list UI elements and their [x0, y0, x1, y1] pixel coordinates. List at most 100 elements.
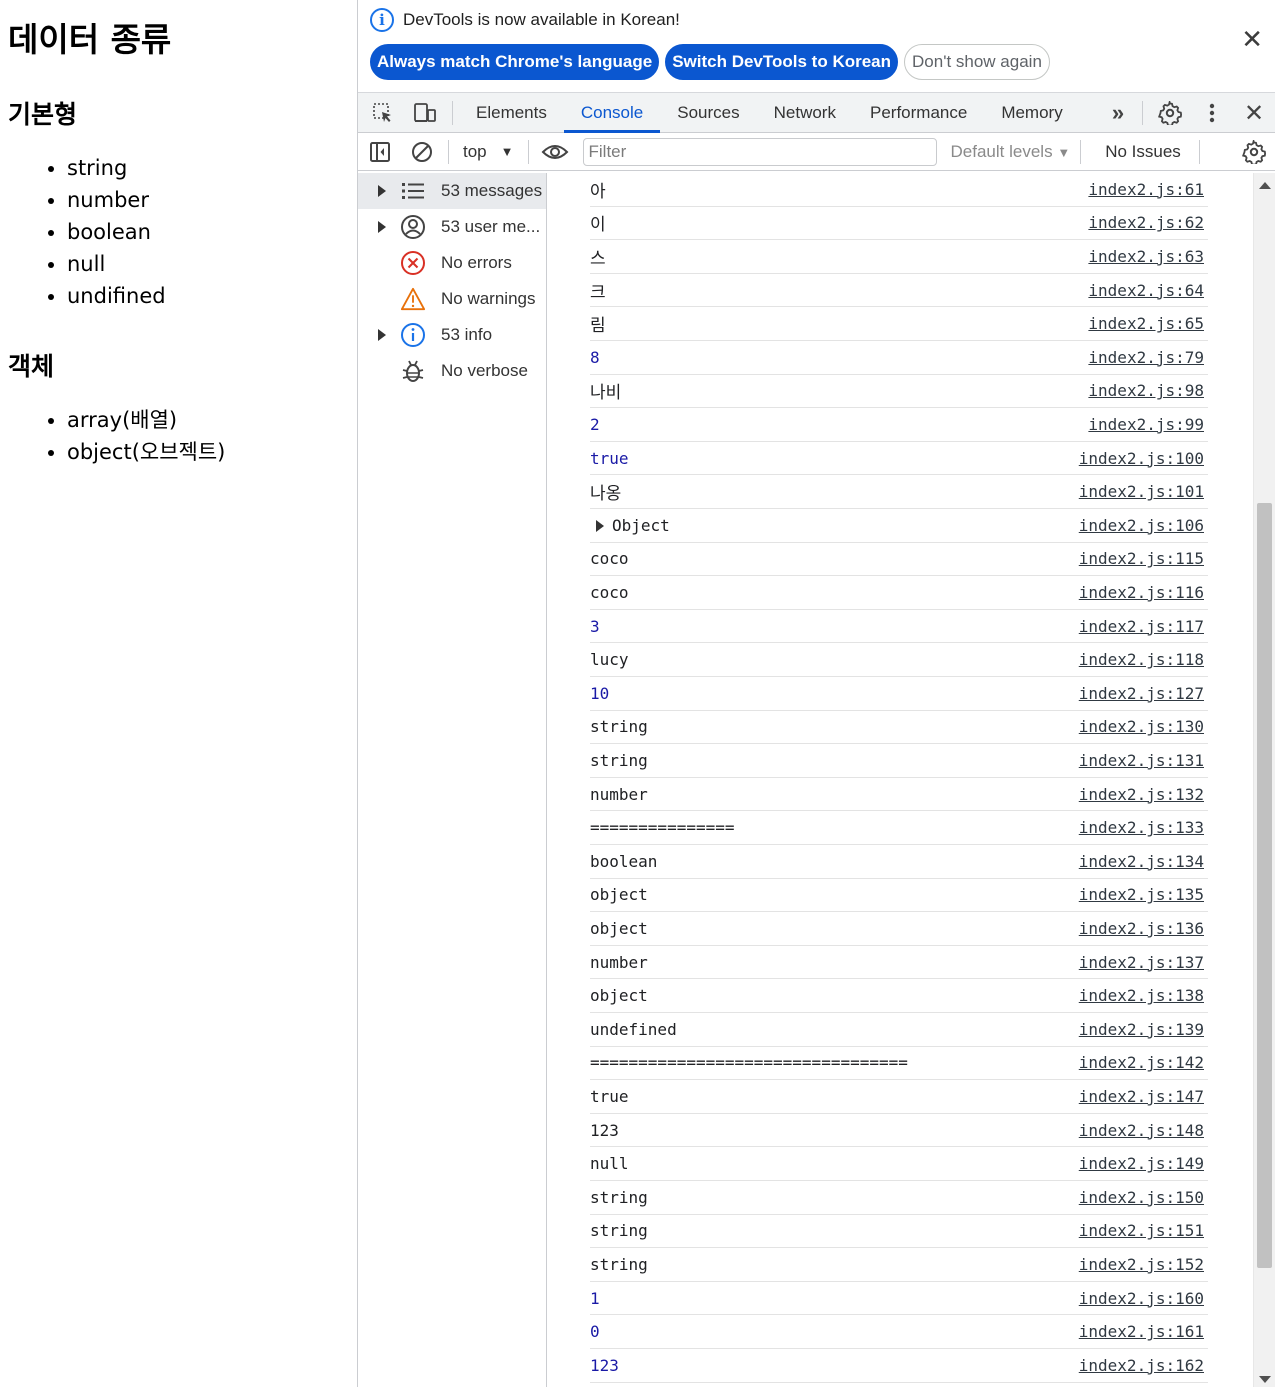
console-message-text: 아	[590, 181, 606, 202]
console-message-text: string	[590, 1254, 648, 1274]
settings-gear-icon[interactable]	[1149, 93, 1191, 133]
console-message-row: ================================= index2.…	[590, 1047, 1208, 1081]
source-link[interactable]: index2.js:132	[1079, 785, 1204, 804]
source-link[interactable]: index2.js:127	[1079, 684, 1204, 703]
console-message-row: 림 index2.js:65	[590, 307, 1208, 341]
console-message-row: object index2.js:135	[590, 879, 1208, 913]
sidebar-item-messages[interactable]: 53 messages	[358, 173, 546, 209]
source-link[interactable]: index2.js:161	[1079, 1322, 1204, 1341]
scroll-up-arrow-icon[interactable]	[1259, 182, 1271, 189]
source-link[interactable]: index2.js:135	[1079, 885, 1204, 904]
console-message-row: 이 index2.js:62	[590, 207, 1208, 241]
tab-console[interactable]: Console	[563, 93, 661, 133]
devtools-tabbar: Elements Console Sources Network Perform…	[358, 93, 1275, 133]
sidebar-toggle-icon[interactable]	[358, 132, 402, 172]
sidebar-item-errors[interactable]: No errors	[358, 245, 546, 281]
source-link[interactable]: index2.js:100	[1079, 449, 1204, 468]
tab-elements[interactable]: Elements	[459, 93, 564, 133]
console-toolbar: top ▼ Filter Default levels ▼ No Issues	[358, 133, 1275, 171]
source-link[interactable]: index2.js:116	[1079, 583, 1204, 602]
issues-counter[interactable]: No Issues	[1105, 142, 1181, 162]
console-message-text[interactable]: Object	[612, 516, 670, 535]
more-tabs-icon[interactable]: »	[1100, 93, 1136, 133]
tab-performance[interactable]: Performance	[853, 93, 984, 133]
source-link[interactable]: index2.js:150	[1079, 1188, 1204, 1207]
source-link[interactable]: index2.js:133	[1079, 818, 1204, 837]
console-message-row: object index2.js:136	[590, 912, 1208, 946]
source-link[interactable]: index2.js:101	[1079, 482, 1204, 501]
console-settings-gear-icon[interactable]	[1233, 132, 1275, 172]
source-link[interactable]: index2.js:118	[1079, 650, 1204, 669]
sidebar-item-verbose[interactable]: No verbose	[358, 353, 546, 389]
filter-input[interactable]: Filter	[582, 137, 937, 166]
source-link[interactable]: index2.js:147	[1079, 1087, 1204, 1106]
console-message-row: 스 index2.js:63	[590, 240, 1208, 274]
console-message-text: string	[590, 750, 648, 770]
inspect-element-icon[interactable]	[362, 93, 404, 133]
tab-memory[interactable]: Memory	[984, 93, 1079, 133]
source-link[interactable]: index2.js:99	[1088, 415, 1204, 434]
source-link[interactable]: index2.js:152	[1079, 1255, 1204, 1274]
source-link[interactable]: index2.js:142	[1079, 1053, 1204, 1072]
source-link[interactable]: index2.js:151	[1079, 1221, 1204, 1240]
source-link[interactable]: index2.js:139	[1079, 1020, 1204, 1039]
console-message-text: 나비	[590, 383, 622, 404]
sidebar-item-warnings[interactable]: No warnings	[358, 281, 546, 317]
source-link[interactable]: index2.js:134	[1079, 852, 1204, 871]
source-link[interactable]: index2.js:138	[1079, 986, 1204, 1005]
live-expression-eye-icon[interactable]	[535, 132, 575, 172]
console-message-row: string index2.js:131	[590, 744, 1208, 778]
expand-arrow-icon[interactable]	[596, 520, 604, 533]
source-link[interactable]: index2.js:131	[1079, 751, 1204, 770]
console-message-text: string	[590, 1187, 648, 1207]
console-message-text: number	[590, 784, 648, 804]
source-link[interactable]: index2.js:148	[1079, 1121, 1204, 1140]
source-link[interactable]: index2.js:65	[1088, 314, 1204, 333]
console-scrollbar[interactable]	[1253, 173, 1275, 1387]
console-message-text: null	[590, 1154, 629, 1174]
source-link[interactable]: index2.js:136	[1079, 919, 1204, 938]
section-title-primitive: 기본형	[8, 100, 78, 129]
more-options-icon[interactable]	[1191, 93, 1233, 133]
sidebar-item-user-messages[interactable]: 53 user me...	[358, 209, 546, 245]
scroll-down-arrow-icon[interactable]	[1259, 1376, 1271, 1383]
switch-korean-button[interactable]: Switch DevTools to Korean	[665, 44, 899, 80]
source-link[interactable]: index2.js:117	[1079, 617, 1204, 636]
context-select[interactable]: top ▼	[455, 142, 522, 162]
infobar-close-icon[interactable]: ✕	[1241, 26, 1263, 52]
match-language-button[interactable]: Always match Chrome's language	[370, 44, 660, 80]
sidebar-item-info[interactable]: 53 info	[358, 317, 546, 353]
console-message-text: 10	[590, 683, 610, 703]
source-link[interactable]: index2.js:149	[1079, 1154, 1204, 1173]
chevron-down-icon: ▼	[500, 144, 514, 159]
source-link[interactable]: index2.js:130	[1079, 717, 1204, 736]
source-link[interactable]: index2.js:162	[1079, 1356, 1204, 1375]
source-link[interactable]: index2.js:79	[1088, 348, 1204, 367]
close-devtools-icon[interactable]: ✕	[1233, 93, 1275, 133]
user-icon	[400, 214, 426, 240]
console-message-text: 림	[590, 316, 606, 337]
source-link[interactable]: index2.js:98	[1088, 381, 1204, 400]
source-link[interactable]: index2.js:63	[1088, 247, 1204, 266]
info-icon: i	[370, 8, 394, 32]
source-link[interactable]: index2.js:62	[1088, 213, 1204, 232]
source-link[interactable]: index2.js:115	[1079, 549, 1204, 568]
source-link[interactable]: index2.js:64	[1088, 281, 1204, 300]
source-link[interactable]: index2.js:160	[1079, 1289, 1204, 1308]
tab-sources[interactable]: Sources	[660, 93, 756, 133]
object-list: array(배열) object(오브젝트)	[8, 404, 357, 468]
console-message-row: undefined index2.js:139	[590, 1013, 1208, 1047]
list-item: number	[67, 184, 357, 216]
scrollbar-thumb[interactable]	[1257, 503, 1272, 1268]
source-link[interactable]: index2.js:61	[1088, 180, 1204, 199]
error-icon	[400, 250, 426, 276]
source-link[interactable]: index2.js:137	[1079, 953, 1204, 972]
console-message-row: 1 index2.js:160	[590, 1282, 1208, 1316]
log-levels-dropdown[interactable]: Default levels ▼	[951, 142, 1071, 162]
object-expander[interactable]: Object	[590, 516, 670, 535]
tab-network[interactable]: Network	[757, 93, 853, 133]
clear-console-icon[interactable]	[402, 132, 442, 172]
source-link[interactable]: index2.js:106	[1079, 516, 1204, 535]
device-toolbar-icon[interactable]	[404, 93, 446, 133]
dont-show-again-button[interactable]: Don't show again	[904, 44, 1050, 80]
